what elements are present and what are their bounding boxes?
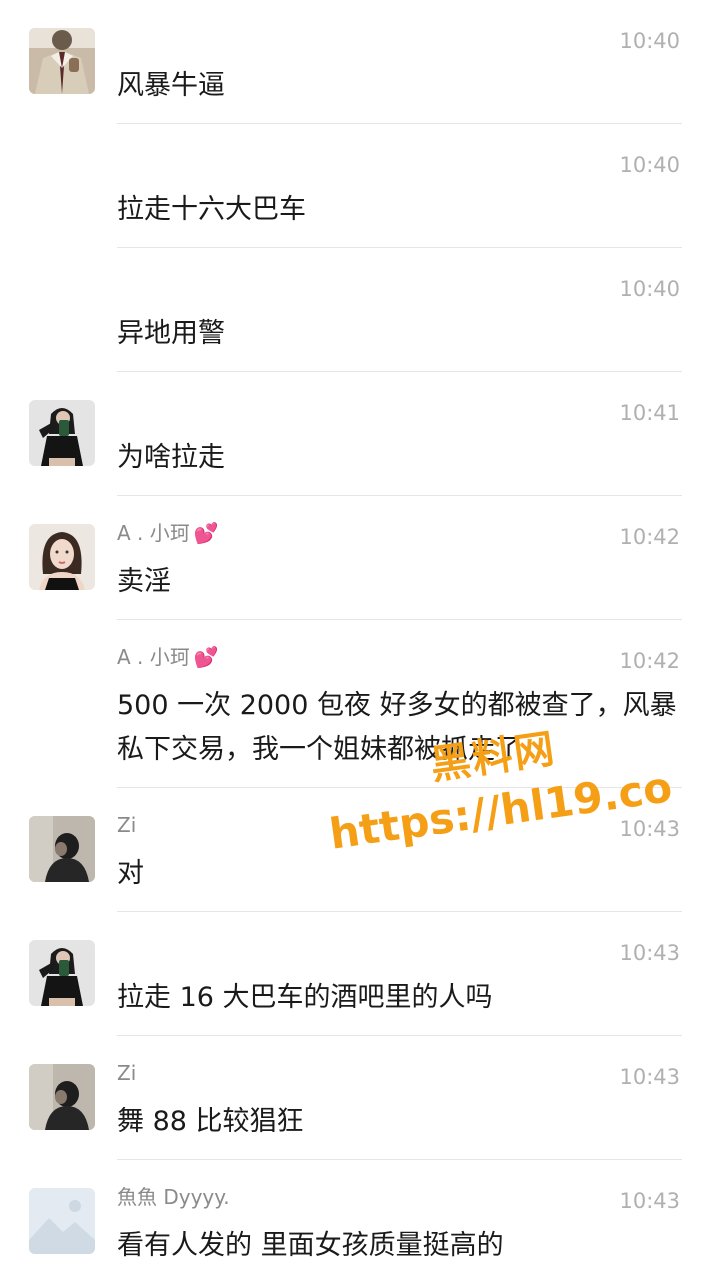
message-text: 卖淫	[117, 566, 171, 597]
sender-name: Zi	[117, 1061, 137, 1085]
message-time: 10:43	[619, 941, 680, 965]
message-text: 舞 88 比较猖狂	[117, 1106, 304, 1137]
message-row: A . 小珂 💕 10:42 卖淫	[0, 496, 710, 620]
sender-name: A . 小珂 💕	[117, 645, 219, 669]
avatar-man-suit-icon	[29, 28, 95, 94]
avatar[interactable]	[29, 816, 95, 882]
message-row: Zi 10:43 对	[0, 788, 710, 912]
message-text: 异地用警	[117, 318, 225, 349]
avatar[interactable]	[29, 940, 95, 1006]
message-row: 10:40 风暴牛逼	[0, 0, 710, 124]
message-row: 10:40 拉走十六大巴车	[0, 124, 710, 248]
message-text: 500 一次 2000 包夜 好多女的都被查了，风暴私下交易，我一个姐妹都被抓走…	[117, 690, 677, 765]
message-time: 10:43	[619, 1189, 680, 1213]
two-hearts-icon: 💕	[193, 645, 219, 669]
message-time: 10:40	[619, 29, 680, 53]
message-row: Zi 10:43 舞 88 比较猖狂	[0, 1036, 710, 1160]
message-text: 看有人发的 里面女孩质量挺高的	[117, 1230, 504, 1261]
avatar[interactable]	[29, 524, 95, 590]
message-row: 魚魚 Dyyyy. 10:43 看有人发的 里面女孩质量挺高的	[0, 1160, 710, 1280]
avatar-woman-portrait-icon	[29, 524, 95, 590]
sender-name: 魚魚 Dyyyy.	[117, 1185, 230, 1209]
avatar-dark-figure-icon	[29, 816, 95, 882]
message-time: 10:42	[619, 649, 680, 673]
avatar-woman-phone-icon	[29, 400, 95, 466]
two-hearts-icon: 💕	[193, 521, 219, 545]
message-time: 10:43	[619, 817, 680, 841]
avatar[interactable]	[29, 28, 95, 94]
avatar-dark-figure-icon	[29, 1064, 95, 1130]
message-text: 为啥拉走	[117, 442, 225, 473]
sender-name: Zi	[117, 813, 137, 837]
message-time: 10:40	[619, 277, 680, 301]
message-text: 风暴牛逼	[117, 70, 225, 101]
avatar-woman-phone-icon	[29, 940, 95, 1006]
message-row: 10:43 拉走 16 大巴车的酒吧里的人吗	[0, 912, 710, 1036]
message-row: 10:40 异地用警	[0, 248, 710, 372]
avatar[interactable]	[29, 1064, 95, 1130]
avatar[interactable]	[29, 400, 95, 466]
message-text: 拉走十六大巴车	[117, 194, 306, 225]
sender-name: A . 小珂 💕	[117, 521, 219, 545]
message-row: A . 小珂 💕 10:42 500 一次 2000 包夜 好多女的都被查了，风暴…	[0, 620, 710, 788]
message-time: 10:42	[619, 525, 680, 549]
message-time: 10:40	[619, 153, 680, 177]
message-time: 10:41	[619, 401, 680, 425]
message-row: 10:41 为啥拉走	[0, 372, 710, 496]
avatar[interactable]	[29, 1188, 95, 1254]
message-time: 10:43	[619, 1065, 680, 1089]
message-text: 拉走 16 大巴车的酒吧里的人吗	[117, 982, 493, 1013]
image-placeholder-icon	[29, 1188, 95, 1254]
message-text: 对	[117, 858, 144, 889]
